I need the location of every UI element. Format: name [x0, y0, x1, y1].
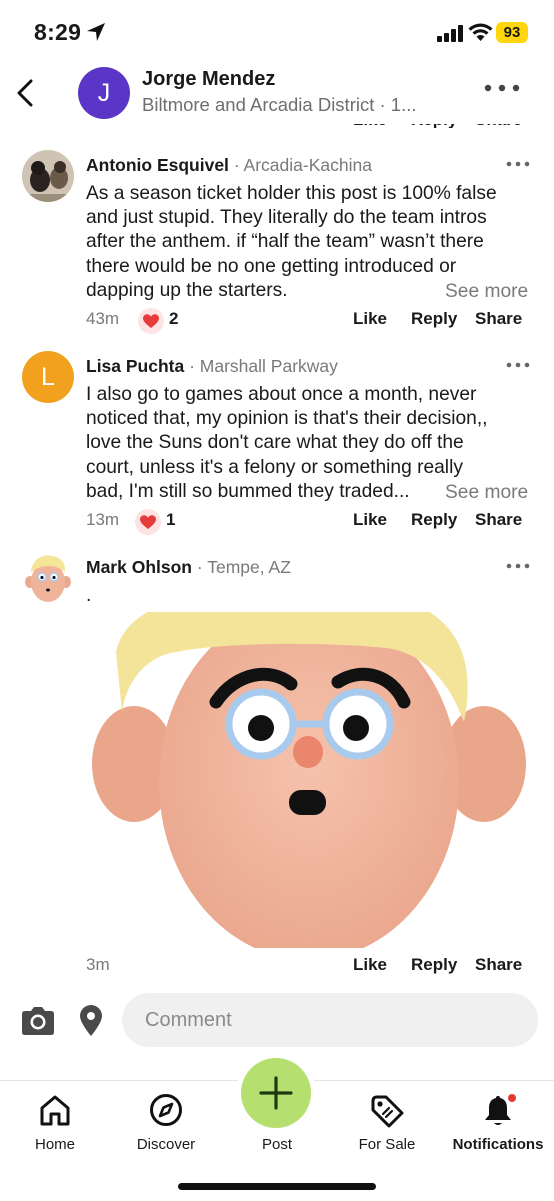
wifi-icon [468, 23, 493, 41]
nav-post-label: Post [261, 1136, 292, 1153]
comment-more-icon[interactable] [506, 361, 530, 369]
author-neighborhood: Biltmore and Arcadia District · 1... [142, 94, 417, 115]
status-bar: 8:29 93 [0, 0, 554, 62]
comment-time: 13m [86, 510, 120, 529]
like-button[interactable]: Like [353, 510, 387, 530]
like-button[interactable]: Like [353, 955, 387, 975]
author-name[interactable]: Jorge Mendez [142, 68, 275, 91]
avatar[interactable]: L [22, 351, 74, 403]
share-button[interactable]: Share [475, 309, 522, 329]
dogs-photo-icon [22, 150, 74, 202]
reply-button[interactable]: Reply [411, 309, 457, 329]
home-indicator [178, 1183, 376, 1190]
comment-more-icon[interactable] [506, 562, 530, 570]
share-button[interactable]: Share [475, 955, 522, 975]
cartoon-face-icon [25, 555, 71, 602]
back-arrow-icon[interactable] [14, 78, 38, 108]
comment-image[interactable] [86, 612, 532, 948]
reply-button[interactable]: Reply [411, 510, 457, 530]
nav-for-sale[interactable]: For Sale [332, 1081, 442, 1165]
comment-text: . [86, 585, 92, 606]
nav-notifications[interactable]: Notifications [443, 1081, 553, 1165]
plus-icon [259, 1076, 293, 1110]
conversation-header: J Jorge Mendez Biltmore and Arcadia Dist… [0, 62, 554, 124]
comment-location: · Arcadia-Kachina [233, 155, 372, 175]
like-button[interactable]: Like [353, 309, 387, 329]
comment-time: 43m [86, 309, 120, 328]
see-more-link[interactable]: See more [445, 482, 528, 504]
heart-reaction-icon[interactable] [135, 509, 161, 535]
nav-home-label: Home [34, 1136, 75, 1153]
comment-meta: 43m 2 Like Reply Share [86, 308, 532, 335]
nav-for-sale-label: For Sale [358, 1136, 416, 1153]
avatar[interactable] [22, 150, 74, 202]
nav-discover[interactable]: Discover [111, 1081, 221, 1165]
comment-author[interactable]: Antonio Esquivel · Arcadia-Kachina [86, 155, 372, 176]
avatar[interactable] [22, 552, 74, 604]
compass-icon [150, 1094, 182, 1126]
post-button[interactable] [241, 1058, 311, 1128]
nav-notifications-label: Notifications [452, 1136, 544, 1153]
comment-location: · Marshall Parkway [189, 356, 338, 376]
comment-meta: 13m 1 Like Reply Share [86, 509, 532, 536]
location-pin-icon[interactable] [79, 1005, 103, 1037]
signal-icon [437, 25, 463, 42]
reaction-count: 1 [166, 510, 176, 529]
comment-more-icon[interactable] [506, 160, 530, 168]
heart-reaction-icon[interactable] [138, 308, 164, 334]
comment-meta: 3m Like Reply Share [86, 955, 532, 981]
comment-location: · Tempe, AZ [196, 557, 291, 577]
status-time: 8:29 [34, 19, 82, 45]
camera-icon[interactable] [20, 1006, 56, 1036]
comment-time: 3m [86, 955, 110, 974]
comment-input[interactable] [122, 993, 538, 1047]
reply-button[interactable]: Reply [411, 955, 457, 975]
see-more-link[interactable]: See more [445, 281, 528, 303]
location-arrow-icon [87, 23, 105, 41]
cartoon-face-sticker-icon [92, 612, 526, 948]
home-icon [40, 1095, 70, 1126]
nav-home[interactable]: Home [0, 1081, 110, 1165]
comment-author[interactable]: Mark Ohlson · Tempe, AZ [86, 557, 291, 578]
more-options-icon[interactable] [482, 80, 522, 96]
author-avatar[interactable]: J [78, 67, 130, 119]
nav-discover-label: Discover [136, 1136, 196, 1153]
reaction-count: 2 [169, 309, 179, 328]
comment-author[interactable]: Lisa Puchta · Marshall Parkway [86, 356, 338, 377]
bell-icon [485, 1094, 516, 1125]
battery-indicator: 93 [496, 22, 528, 43]
share-button[interactable]: Share [475, 510, 522, 530]
price-tag-icon [371, 1095, 404, 1128]
